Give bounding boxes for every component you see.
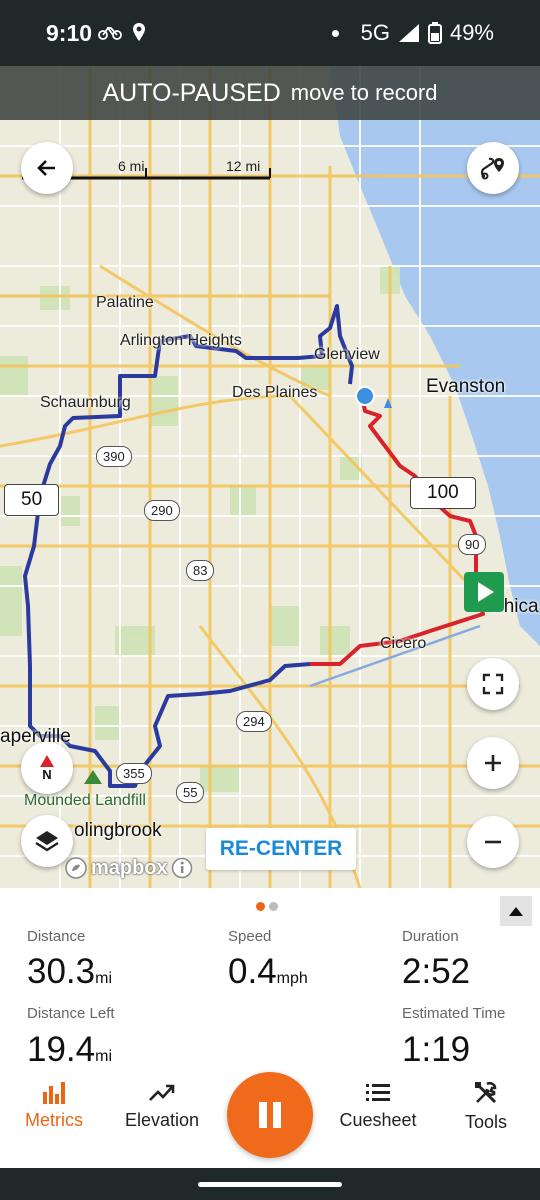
mile-marker: 50 [4,484,60,516]
pause-button[interactable] [227,1072,313,1158]
place-label: Glenview [314,346,380,363]
info-icon[interactable] [171,857,193,879]
page-dot-active [256,902,265,911]
pause-icon [259,1102,281,1128]
network-label: 5G [360,20,390,45]
route-options-button[interactable] [467,142,519,194]
place-label: Arlington Heights [120,332,242,349]
tab-elevation-label: Elevation [124,1110,200,1130]
page-indicator [256,902,278,911]
arrow-left-icon [37,160,55,176]
notification-dot [331,29,339,37]
plus-icon [485,755,501,771]
location-icon [133,23,145,41]
battery-label: 49% [449,20,494,45]
route-shield: 390 [96,446,132,467]
route-shield: 55 [176,782,205,803]
zoom-in-button[interactable] [467,737,519,789]
collapse-panel-button[interactable] [500,896,532,926]
status-bar: 9:10 5G 49% [0,0,540,66]
zoom-out-button[interactable] [467,816,519,868]
fullscreen-button[interactable] [467,658,519,710]
distance-left-value: 19.4mi [27,1030,113,1069]
tab-elevation[interactable]: Elevation [107,1080,217,1131]
layers-icon [35,831,59,852]
compass-button[interactable]: N [21,742,73,794]
minus-icon [485,840,501,844]
tab-cuesheet-label: Cuesheet [339,1110,417,1130]
route-pin-icon [480,157,504,180]
place-label: Palatine [96,294,154,311]
route-shield: 90 [458,534,487,555]
compass-icon [40,754,54,767]
home-indicator[interactable] [198,1182,342,1187]
bar-chart-icon [43,1082,65,1104]
tab-cuesheet[interactable]: Cuesheet [323,1080,433,1131]
tools-icon [475,1081,497,1104]
tab-metrics[interactable]: Metrics [0,1080,109,1131]
place-label: olingbrook [74,820,162,841]
scale-label: 12 mi [226,158,261,174]
route-shield: 355 [116,763,152,784]
route-shield: 294 [236,711,272,732]
duration-value: 2:52 [402,952,471,991]
back-button[interactable] [21,142,73,194]
route-shield: 83 [186,560,215,581]
estimated-time-label: Estimated Time [402,1005,506,1022]
place-label: Schaumburg [40,394,131,411]
distance-left-label: Distance Left [27,1005,115,1022]
banner-subtitle: move to record [290,80,438,105]
distance-value: 30.3mi [27,952,113,991]
tab-tools[interactable]: Tools [431,1080,540,1133]
gesture-bar [0,1168,540,1200]
place-label: Mounded Landfill [24,792,146,809]
cycling-icon [98,26,122,40]
mapbox-attribution[interactable]: mapbox [64,856,193,880]
page-dot [269,902,278,911]
current-location-icon [355,386,392,408]
recenter-button[interactable]: RE-CENTER [206,828,356,870]
park-icon [84,770,102,784]
compass-label: N [42,766,52,782]
tab-tools-label: Tools [464,1112,508,1132]
auto-paused-banner: AUTO-PAUSED move to record [0,66,540,120]
mapbox-logo-icon [65,857,87,879]
place-label: Des Plaines [232,384,318,401]
place-label: Evanston [426,376,506,397]
distance-label: Distance [27,928,86,945]
start-flag-icon [464,572,504,612]
status-time: 9:10 [46,20,93,46]
bottom-nav: Metrics Elevation Cuesheet Tools [0,1068,540,1168]
speed-value: 0.4mph [228,952,308,991]
estimated-time-value: 1:19 [402,1030,471,1069]
triangle-up-icon [509,906,523,916]
speed-label: Speed [228,928,272,945]
mile-marker: 100 [410,477,476,509]
scale-label: 6 mi [118,158,145,174]
battery-icon [427,22,442,44]
place-label: Cicero [380,635,427,652]
signal-icon [398,24,419,42]
mapbox-label: mapbox [91,856,168,879]
duration-label: Duration [402,928,459,945]
trending-up-icon [149,1084,175,1101]
list-icon [366,1084,390,1101]
route-shield: 290 [144,500,180,521]
fullscreen-icon [482,673,504,695]
banner-title: AUTO-PAUSED [102,78,281,107]
tab-metrics-label: Metrics [25,1110,83,1130]
map-view[interactable]: Palatine Arlington Heights Glenview Des … [0,66,540,888]
